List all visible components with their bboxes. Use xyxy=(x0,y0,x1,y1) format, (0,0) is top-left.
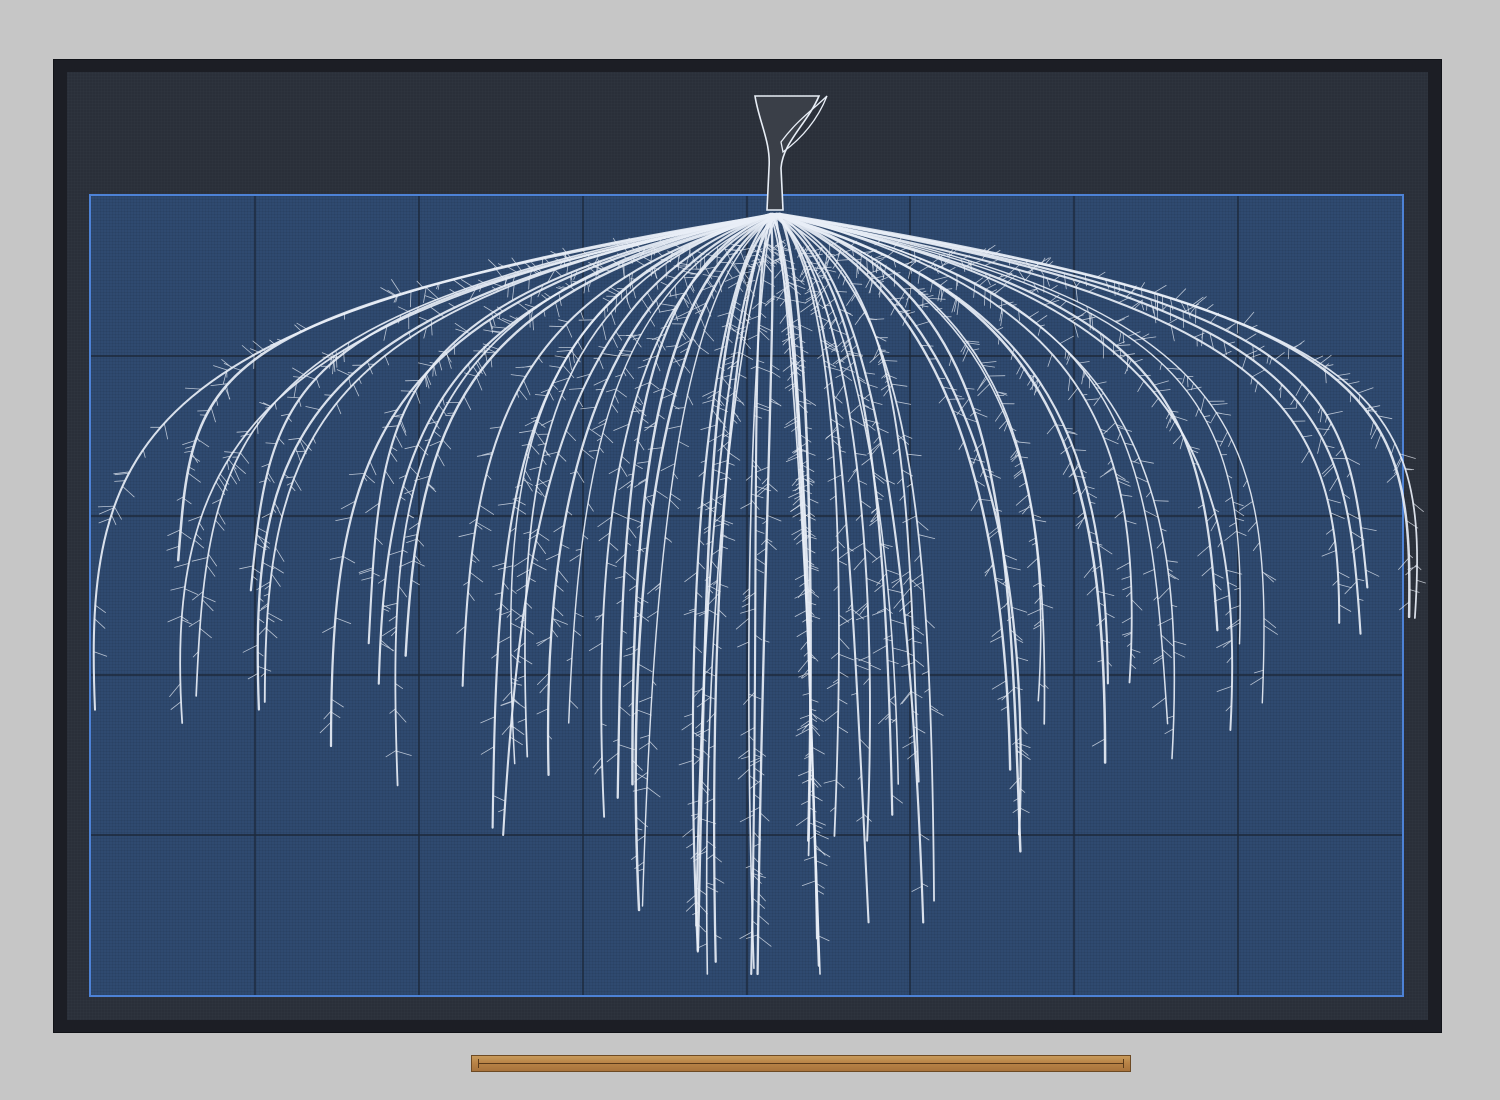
root-strand xyxy=(713,212,774,963)
root-hairs xyxy=(829,240,1010,711)
ruler-center-line xyxy=(478,1063,1124,1064)
root-strand xyxy=(546,212,772,777)
root-strand xyxy=(256,212,779,711)
root-strand xyxy=(691,212,774,953)
root-hairs xyxy=(772,239,823,829)
root-hairs xyxy=(798,252,854,812)
root-hairs xyxy=(480,278,639,802)
root-strand xyxy=(263,213,776,703)
root-hairs xyxy=(849,240,1031,802)
picture-frame xyxy=(53,59,1442,1072)
ruler-tick-right xyxy=(1123,1059,1124,1068)
root-hairs xyxy=(1041,257,1420,611)
root-hairs xyxy=(166,263,505,551)
root-strand xyxy=(774,212,1219,632)
ruler-tick-left xyxy=(478,1059,479,1068)
root-hairs xyxy=(797,246,908,723)
root-strands xyxy=(92,212,1426,976)
root-strand xyxy=(750,212,774,976)
root-strand xyxy=(568,213,777,724)
plant-stem-icon xyxy=(754,95,821,211)
root-hairs xyxy=(623,253,723,771)
root-strand xyxy=(769,212,1341,624)
root-hairs xyxy=(988,250,1365,601)
root-strand xyxy=(772,212,894,816)
root-hairs xyxy=(498,254,698,813)
root-system-icon xyxy=(92,95,1426,976)
root-hairs xyxy=(770,257,828,866)
root-hairs xyxy=(188,257,534,658)
dark-mat xyxy=(67,72,1428,1072)
measuring-stick-icon xyxy=(471,1055,1131,1072)
